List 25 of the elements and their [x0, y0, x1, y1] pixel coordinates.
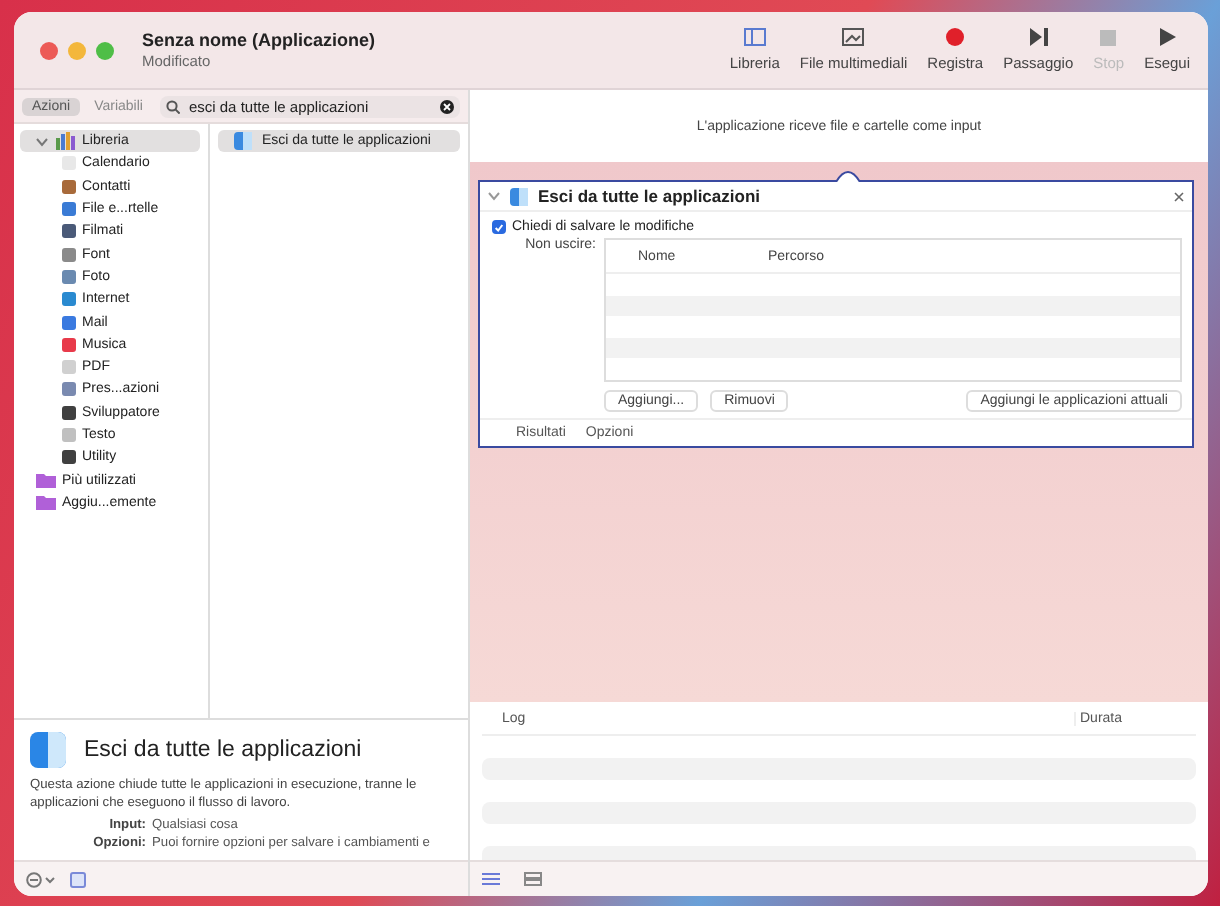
- split-view-icon[interactable]: [524, 872, 542, 886]
- stop-icon: [1100, 30, 1117, 46]
- zoom-button[interactable]: [96, 41, 114, 59]
- window-title: Senza nome (Applicazione): [142, 30, 376, 50]
- description-toggle-icon[interactable]: [70, 871, 86, 887]
- finder-icon: [510, 187, 528, 205]
- action-title: Esci da tutte le applicazioni: [538, 186, 760, 206]
- search-icon: [166, 99, 181, 113]
- close-icon[interactable]: [1174, 191, 1184, 201]
- list-view-icon[interactable]: [482, 872, 500, 886]
- photo-icon: [842, 28, 865, 46]
- description-title: Esci da tutte le applicazioni: [84, 738, 362, 762]
- record-icon: [946, 28, 965, 46]
- books-icon: [56, 132, 76, 151]
- clear-icon[interactable]: [440, 99, 454, 113]
- close-button[interactable]: [40, 41, 58, 59]
- disclosure-icon[interactable]: [488, 190, 500, 202]
- step-icon: [1029, 28, 1048, 46]
- finder-icon: [234, 132, 252, 150]
- finder-icon: [30, 732, 66, 768]
- checkbox[interactable]: [492, 220, 506, 234]
- action-menu-icon[interactable]: [26, 871, 58, 887]
- disclosure-icon[interactable]: [36, 135, 48, 148]
- sidebar-icon: [743, 28, 766, 46]
- play-icon: [1159, 28, 1176, 46]
